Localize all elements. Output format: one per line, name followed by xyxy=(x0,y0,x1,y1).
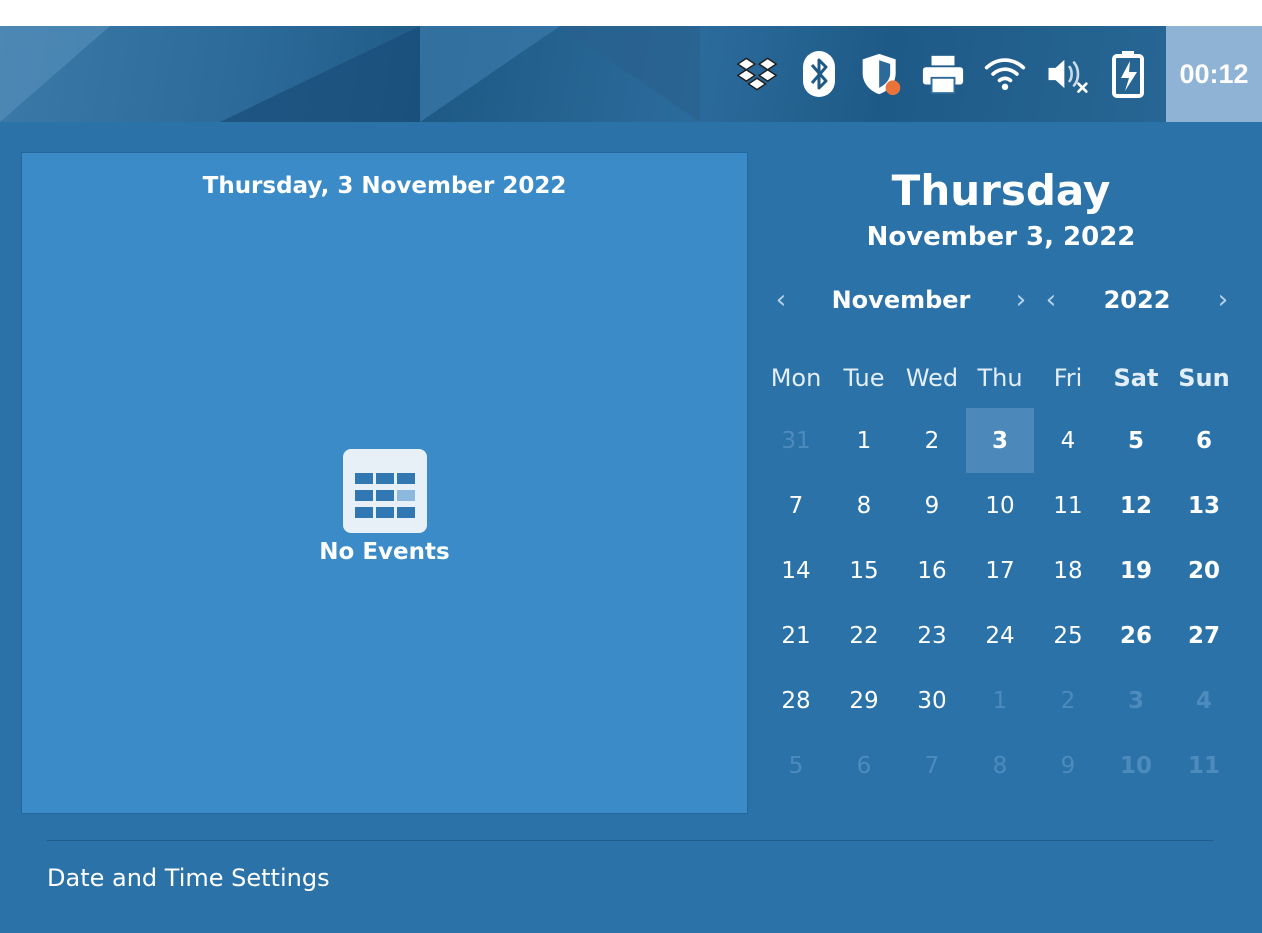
day-cell[interactable]: 11 xyxy=(1170,733,1238,798)
dropbox-icon[interactable] xyxy=(735,48,779,100)
day-cell[interactable]: 10 xyxy=(966,473,1034,538)
week-row: 28 29 30 1 2 3 4 xyxy=(762,668,1238,733)
day-cell[interactable]: 18 xyxy=(1034,538,1102,603)
day-cell[interactable]: 11 xyxy=(1034,473,1102,538)
bluetooth-icon[interactable] xyxy=(797,48,841,100)
printer-icon[interactable] xyxy=(921,48,965,100)
day-cell[interactable]: 10 xyxy=(1102,733,1170,798)
events-date-heading: Thursday, 3 November 2022 xyxy=(202,173,567,199)
wallpaper-facet xyxy=(420,26,560,122)
day-cell[interactable]: 9 xyxy=(898,473,966,538)
day-cell[interactable]: 27 xyxy=(1170,603,1238,668)
day-cell[interactable]: 1 xyxy=(830,408,898,473)
calendar-grid: Mon Tue Wed Thu Fri Sat Sun 31 1 2 3 4 5… xyxy=(762,358,1238,798)
wallpaper-facet xyxy=(220,26,420,122)
weekday-label: Wed xyxy=(905,364,959,392)
month-navigator: ‹ November › xyxy=(766,282,1036,318)
day-cell[interactable]: 29 xyxy=(830,668,898,733)
day-cell[interactable]: 3 xyxy=(1102,668,1170,733)
day-cell[interactable]: 14 xyxy=(762,538,830,603)
wallpaper-facet xyxy=(0,26,110,122)
weekday-label: Mon xyxy=(770,364,822,392)
clock[interactable]: 00:12 xyxy=(1166,26,1262,122)
day-cell[interactable]: 13 xyxy=(1170,473,1238,538)
top-panel: 00:12 xyxy=(0,26,1262,122)
day-cell[interactable]: 4 xyxy=(1170,668,1238,733)
chevron-left-icon[interactable]: ‹ xyxy=(1036,285,1066,315)
weekday-label: Fri xyxy=(1053,364,1083,392)
day-cell[interactable]: 6 xyxy=(830,733,898,798)
weekday-header: Mon Tue Wed Thu Fri Sat Sun xyxy=(762,358,1238,398)
day-cell[interactable]: 1 xyxy=(966,668,1034,733)
current-day-name: Thursday xyxy=(891,166,1111,215)
day-cell[interactable]: 16 xyxy=(898,538,966,603)
day-cell[interactable]: 17 xyxy=(966,538,1034,603)
day-cell[interactable]: 21 xyxy=(762,603,830,668)
calendar-grid-icon xyxy=(342,449,427,533)
events-pane: Thursday, 3 November 2022 No Events xyxy=(21,152,748,814)
day-cell[interactable]: 7 xyxy=(898,733,966,798)
date-time-popup: Thursday, 3 November 2022 No Events Thur… xyxy=(0,122,1262,933)
month-label: November xyxy=(831,286,971,314)
chevron-right-icon[interactable]: › xyxy=(1208,285,1238,315)
system-tray: 00:12 xyxy=(726,26,1262,122)
week-row: 31 1 2 3 4 5 6 xyxy=(762,408,1238,473)
week-row: 14 15 16 17 18 19 20 xyxy=(762,538,1238,603)
day-cell[interactable]: 30 xyxy=(898,668,966,733)
day-cell[interactable]: 7 xyxy=(762,473,830,538)
day-cell[interactable]: 26 xyxy=(1102,603,1170,668)
weekday-label: Thu xyxy=(977,364,1023,392)
day-cell[interactable]: 4 xyxy=(1034,408,1102,473)
day-cell[interactable]: 2 xyxy=(1034,668,1102,733)
day-cell[interactable]: 8 xyxy=(966,733,1034,798)
footer-divider xyxy=(47,840,1213,841)
day-cell[interactable]: 5 xyxy=(762,733,830,798)
day-cell[interactable]: 12 xyxy=(1102,473,1170,538)
volume-muted-icon[interactable] xyxy=(1045,48,1089,100)
current-full-date: November 3, 2022 xyxy=(866,222,1136,252)
battery-charging-icon[interactable] xyxy=(1107,48,1151,100)
day-cell[interactable]: 31 xyxy=(762,408,830,473)
day-cell[interactable]: 15 xyxy=(830,538,898,603)
day-cell[interactable]: 20 xyxy=(1170,538,1238,603)
chevron-right-icon[interactable]: › xyxy=(1006,285,1036,315)
week-row: 5 6 7 8 9 10 11 xyxy=(762,733,1238,798)
year-label: 2022 xyxy=(1103,286,1171,314)
date-time-settings-link[interactable]: Date and Time Settings xyxy=(47,864,330,892)
day-cell[interactable]: 6 xyxy=(1170,408,1238,473)
day-cell[interactable]: 23 xyxy=(898,603,966,668)
day-cell[interactable]: 19 xyxy=(1102,538,1170,603)
no-events-label: No Events xyxy=(319,539,450,565)
chevron-left-icon[interactable]: ‹ xyxy=(766,285,796,315)
no-events-placeholder: No Events xyxy=(22,449,747,565)
security-shield-icon[interactable] xyxy=(859,48,903,100)
day-cell[interactable]: 28 xyxy=(762,668,830,733)
year-navigator: ‹ 2022 › xyxy=(1036,282,1238,318)
day-cell[interactable]: 24 xyxy=(966,603,1034,668)
week-row: 21 22 23 24 25 26 27 xyxy=(762,603,1238,668)
day-cell[interactable]: 25 xyxy=(1034,603,1102,668)
day-cell[interactable]: 9 xyxy=(1034,733,1102,798)
wifi-icon[interactable] xyxy=(983,48,1027,100)
weekday-label: Tue xyxy=(843,364,885,392)
weekday-label: Sun xyxy=(1178,364,1230,392)
day-cell[interactable]: 22 xyxy=(830,603,898,668)
weekday-label: Sat xyxy=(1113,364,1159,392)
week-row: 7 8 9 10 11 12 13 xyxy=(762,473,1238,538)
day-cell[interactable]: 2 xyxy=(898,408,966,473)
day-cell[interactable]: 5 xyxy=(1102,408,1170,473)
day-cell[interactable]: 8 xyxy=(830,473,898,538)
day-cell-today[interactable]: 3 xyxy=(966,408,1034,473)
wallpaper-facet xyxy=(560,26,700,122)
